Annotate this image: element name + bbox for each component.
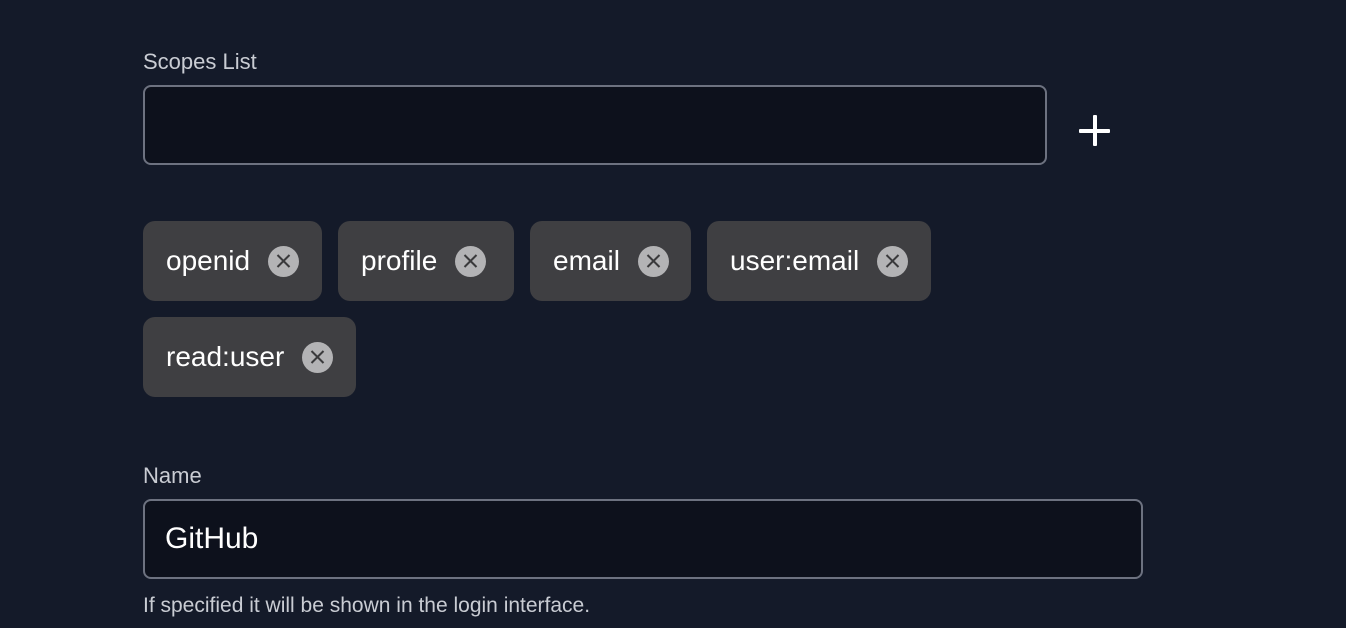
scope-chip-profile: profile xyxy=(338,221,514,301)
close-circle-icon[interactable] xyxy=(455,245,487,277)
plus-icon[interactable] xyxy=(1070,106,1118,154)
close-circle-icon[interactable] xyxy=(268,245,300,277)
scope-chip-label: profile xyxy=(361,245,438,276)
close-circle-icon[interactable] xyxy=(302,341,334,373)
scope-chip-label: email xyxy=(553,245,620,276)
name-help-text: If specified it will be shown in the log… xyxy=(143,594,591,617)
scope-chip-label: read:user xyxy=(166,341,285,372)
scope-chip-openid: openid xyxy=(143,221,322,301)
name-input[interactable] xyxy=(143,499,1143,579)
settings-form: Scopes List openid profile email user:em… xyxy=(0,0,1346,628)
scope-chip-read-user: read:user xyxy=(143,317,356,397)
scope-chip-email: email xyxy=(530,221,691,301)
scope-chip-label: openid xyxy=(166,245,251,276)
scopes-input[interactable] xyxy=(143,85,1047,165)
scope-chip-user-email: user:email xyxy=(707,221,931,301)
close-circle-icon[interactable] xyxy=(637,245,669,277)
name-label: Name xyxy=(143,463,202,488)
scopes-list-label: Scopes List xyxy=(143,49,257,74)
scope-chip-label: user:email xyxy=(730,245,860,276)
close-circle-icon[interactable] xyxy=(877,245,909,277)
